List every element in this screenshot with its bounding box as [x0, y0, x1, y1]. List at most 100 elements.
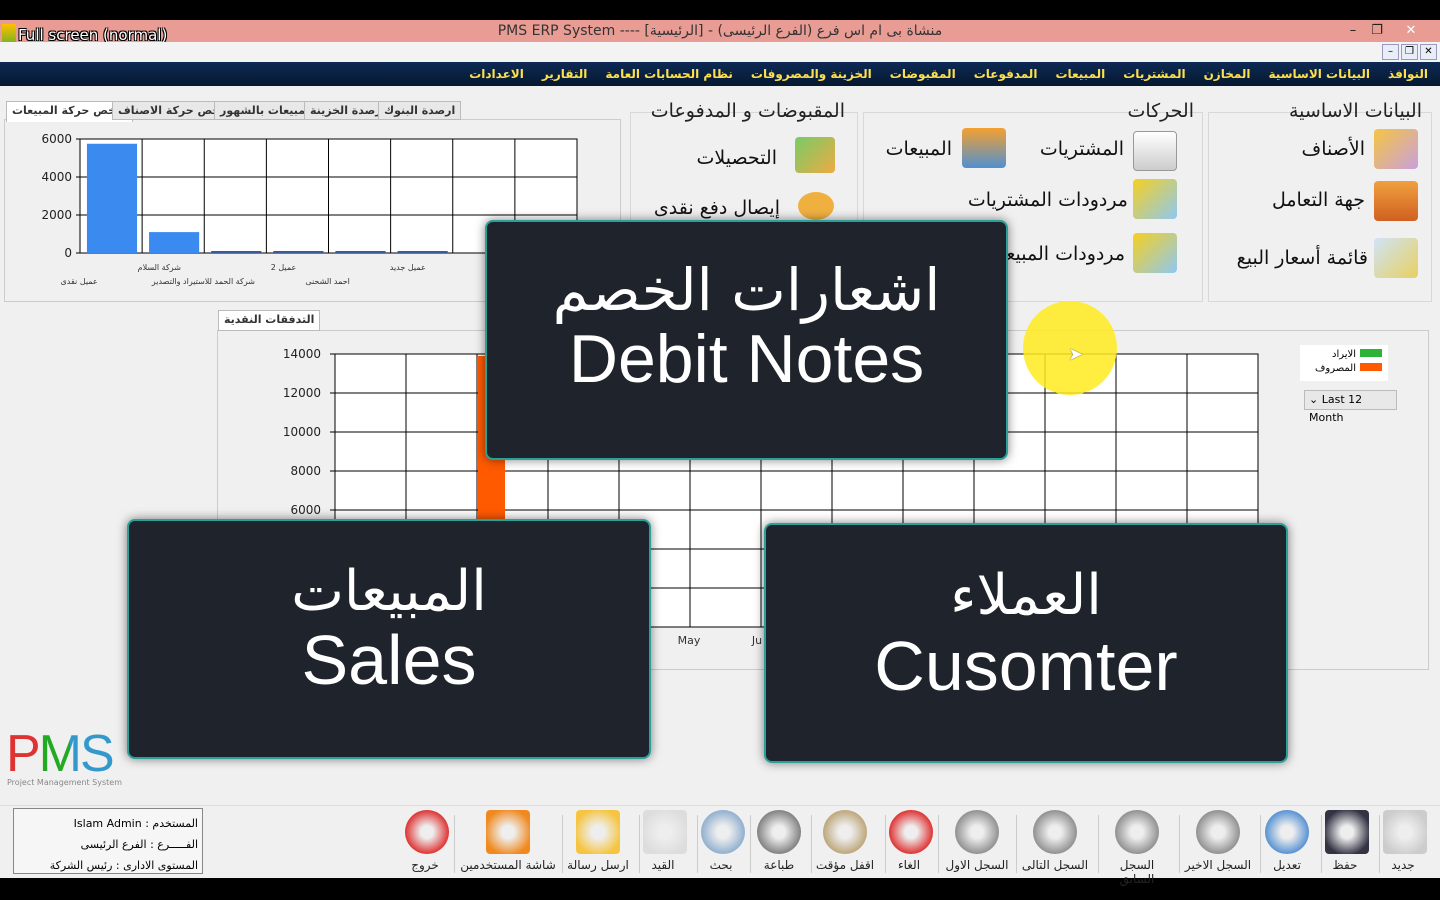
- overlay-arabic: العملاء: [950, 563, 1102, 628]
- purchase-returns-link[interactable]: مردودات المشتريات: [940, 189, 1128, 211]
- overlay-english: Sales: [301, 621, 477, 699]
- toolbar-button-new-doc[interactable]: جديد: [1383, 810, 1427, 872]
- legend-swatch-expense: [1360, 363, 1382, 371]
- toolbar-button-refresh[interactable]: تعديل: [1264, 810, 1310, 872]
- y-tick-label: 14000: [283, 347, 321, 361]
- search-icon: [701, 810, 745, 854]
- save-icon: [1325, 810, 1369, 854]
- toolbar-separator: [1321, 815, 1322, 873]
- maximize-button[interactable]: ❐: [1360, 20, 1394, 42]
- price-list-icon[interactable]: [1374, 238, 1418, 278]
- bar: [273, 251, 324, 253]
- tab-cash-flow[interactable]: التدفقات النقدية: [218, 310, 321, 331]
- contacts-link[interactable]: جهة التعامل: [1200, 189, 1365, 211]
- toolbar-separator: [938, 815, 939, 873]
- menu-treasury[interactable]: الخزينة والمصروفات: [751, 67, 872, 81]
- toolbar-button-printer[interactable]: طباعة: [754, 810, 804, 872]
- menu-accounts[interactable]: نظام الحسابات العامة: [605, 67, 733, 81]
- mdi-minimize-button[interactable]: –: [1382, 44, 1399, 60]
- mdi-close-button[interactable]: ✕: [1420, 44, 1437, 60]
- toolbar-button-next[interactable]: السجل السابق: [1102, 810, 1172, 886]
- period-select[interactable]: ⌄ Last 12 Month: [1304, 390, 1397, 424]
- toolbar-button-search[interactable]: بحث: [701, 810, 745, 872]
- sales-link[interactable]: المبيعات: [860, 138, 952, 160]
- menu-stores[interactable]: المخازن: [1204, 67, 1251, 81]
- sales-icon[interactable]: [962, 128, 1006, 168]
- mouse-cursor-icon: ➤: [1068, 344, 1084, 365]
- collections-link[interactable]: التحصيلات: [650, 147, 778, 169]
- menu-sales[interactable]: المبيعات: [1055, 67, 1105, 81]
- toolbar-separator: [885, 815, 886, 873]
- y-tick-label: 8000: [290, 464, 321, 478]
- purchase-order-icon[interactable]: [1133, 131, 1177, 171]
- cash-payment-link[interactable]: إيصال دفع نقدى: [640, 197, 780, 219]
- tab-bank-balances[interactable]: ارصدة البنوك: [378, 101, 462, 120]
- y-tick-label: 2000: [41, 208, 72, 222]
- price-list-link[interactable]: قائمة أسعار البيع: [1200, 247, 1368, 269]
- toolbar-label: ارسل رسالة: [567, 858, 629, 872]
- menu-basic-data[interactable]: البيانات الاساسية: [1269, 67, 1371, 81]
- toolbar-label: بحث: [709, 858, 733, 872]
- title-bar: PMS ERP System ---- منشاة بى ام اس فرع (…: [0, 20, 1440, 42]
- toolbar-separator: [562, 815, 563, 873]
- overlay-english: Cusomter: [874, 627, 1178, 705]
- edit-note-icon[interactable]: [1133, 179, 1177, 219]
- bar: [335, 251, 386, 253]
- toolbar-button-exit[interactable]: خروج: [405, 810, 449, 872]
- toolbar-label: السجل السابق: [1119, 858, 1155, 886]
- overlay-arabic: المبيعات: [291, 559, 487, 624]
- toolbar-button-first-record[interactable]: السجل الاول: [942, 810, 1012, 872]
- menu-payments[interactable]: المدفوعات: [974, 67, 1038, 81]
- menu-receipts[interactable]: المقبوضات: [890, 67, 956, 81]
- toolbar-button-last-record[interactable]: السجل الاخير: [1183, 810, 1253, 872]
- bar: [86, 143, 138, 253]
- panel-title: الحركات: [1127, 100, 1194, 122]
- toolbar-label: تعديل: [1273, 858, 1301, 872]
- menu-settings[interactable]: الاعدادات: [469, 67, 524, 81]
- pms-logo: PMS: [6, 728, 115, 780]
- close-button[interactable]: ✕: [1394, 20, 1428, 42]
- x-tick-label: عميل نقدى: [61, 277, 98, 286]
- toolbar-separator: [639, 815, 640, 873]
- mail-icon: [576, 810, 620, 854]
- y-tick-label: 6000: [41, 132, 72, 146]
- menu-bar: النوافذ البيانات الاساسية المخازن المشتر…: [0, 62, 1440, 86]
- toolbar-label: خروج: [411, 858, 439, 872]
- menu-reports[interactable]: التقارير: [542, 67, 588, 81]
- toolbar-button-users[interactable]: شاشة المستخدمين: [458, 810, 558, 872]
- x-tick-label: شركة السلام: [138, 263, 182, 272]
- items-icon[interactable]: [1374, 129, 1418, 169]
- refresh-icon: [1265, 810, 1309, 854]
- legend-expense: المصروف: [1315, 363, 1356, 374]
- next-icon: [1115, 810, 1159, 854]
- folder-user-icon[interactable]: [1374, 181, 1418, 221]
- toolbar-button-prev[interactable]: السجل التالى: [1020, 810, 1090, 872]
- toolbar-separator: [454, 815, 455, 873]
- y-tick-label: 0: [64, 246, 72, 260]
- user-level: المستوى الادارى : رئيس الشركة: [49, 859, 198, 872]
- coins-icon[interactable]: [798, 192, 834, 220]
- toolbar-button-mail[interactable]: ارسل رسالة: [566, 810, 630, 872]
- collections-icon[interactable]: [795, 137, 835, 173]
- menu-windows[interactable]: النوافذ: [1388, 67, 1428, 81]
- toolbar-label: جديد: [1391, 858, 1415, 872]
- bar: [211, 251, 262, 253]
- x-tick-label: عميل جديد: [390, 263, 426, 272]
- mdi-restore-button[interactable]: ❐: [1401, 44, 1418, 60]
- bar: [397, 251, 448, 253]
- toolbar-button-save[interactable]: حفظ: [1325, 810, 1369, 872]
- toolbar-separator: [811, 815, 812, 873]
- panel-title: المقبوضات و المدفوعات: [650, 100, 845, 122]
- purchases-link[interactable]: المشتريات: [1010, 138, 1124, 160]
- overlay-sales: المبيعات Sales: [127, 519, 651, 759]
- toolbar-label: حفظ: [1332, 858, 1358, 872]
- x-tick-label: Ju: [751, 634, 762, 647]
- toolbar-button-trash[interactable]: الغاء: [889, 810, 933, 872]
- toolbar-button-lock[interactable]: اقفل مؤقت: [815, 810, 875, 872]
- items-link[interactable]: الأصناف: [1230, 138, 1365, 160]
- edit-note-icon[interactable]: [1133, 233, 1177, 273]
- x-tick-label: May: [678, 634, 701, 647]
- toolbar-button-journal[interactable]: القيد: [643, 810, 687, 872]
- menu-purchases[interactable]: المشتريات: [1123, 67, 1185, 81]
- bar: [149, 232, 200, 253]
